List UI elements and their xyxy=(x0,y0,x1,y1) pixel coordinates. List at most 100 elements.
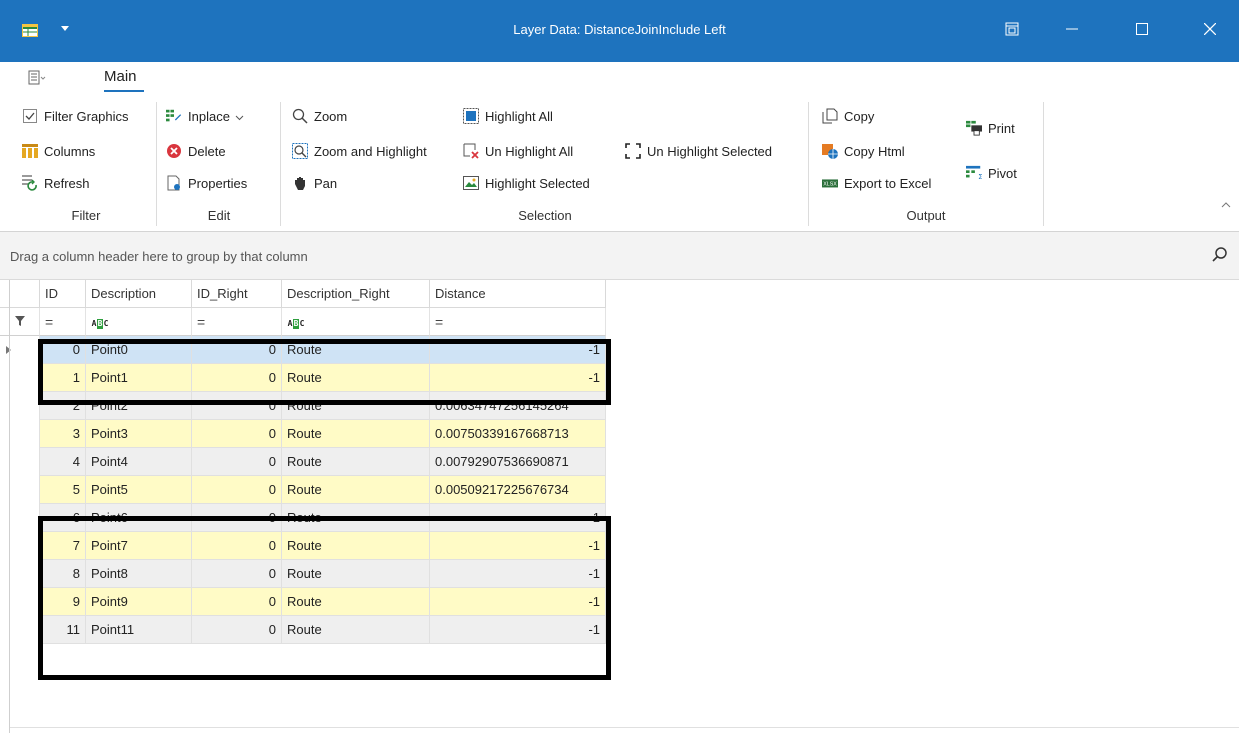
cell-description-right[interactable]: Route xyxy=(282,588,430,616)
copy-html-button[interactable]: Copy Html xyxy=(822,143,905,159)
cell-id[interactable]: 4 xyxy=(40,448,86,476)
filter-graphics-checkbox[interactable]: Filter Graphics xyxy=(22,108,129,124)
cell-id[interactable]: 8 xyxy=(40,560,86,588)
highlight-all-button[interactable]: Highlight All xyxy=(463,108,553,124)
row-indicator[interactable] xyxy=(0,560,40,588)
print-button[interactable]: Print xyxy=(966,120,1015,136)
filter-cell-description[interactable]: ABC xyxy=(86,308,192,336)
cell-description-right[interactable]: Route xyxy=(282,476,430,504)
cell-id[interactable]: 1 xyxy=(40,364,86,392)
cell-distance[interactable]: -1 xyxy=(430,504,606,532)
cell-description-right[interactable]: Route xyxy=(282,420,430,448)
cell-description[interactable]: Point8 xyxy=(86,560,192,588)
cell-description-right[interactable]: Route xyxy=(282,336,430,364)
cell-description[interactable]: Point6 xyxy=(86,504,192,532)
cell-description[interactable]: Point7 xyxy=(86,532,192,560)
column-header-distance[interactable]: Distance xyxy=(430,280,606,308)
zoom-and-highlight-button[interactable]: Zoom and Highlight xyxy=(292,143,427,159)
cell-id[interactable]: 11 xyxy=(40,616,86,644)
cell-id-right[interactable]: 0 xyxy=(192,616,282,644)
layout-icon[interactable] xyxy=(997,14,1027,44)
column-header-id-right[interactable]: ID_Right xyxy=(192,280,282,308)
filter-cell-description-right[interactable]: ABC xyxy=(282,308,430,336)
row-indicator[interactable] xyxy=(0,532,40,560)
cell-description-right[interactable]: Route xyxy=(282,616,430,644)
filter-cell-id-right[interactable]: = xyxy=(192,308,282,336)
row-indicator[interactable] xyxy=(0,364,40,392)
cell-id[interactable]: 5 xyxy=(40,476,86,504)
maximize-icon[interactable] xyxy=(1127,14,1157,44)
cell-distance[interactable]: -1 xyxy=(430,588,606,616)
cell-distance[interactable]: 0.00509217225676734 xyxy=(430,476,606,504)
cell-description[interactable]: Point9 xyxy=(86,588,192,616)
cell-distance[interactable]: -1 xyxy=(430,616,606,644)
cell-id-right[interactable]: 0 xyxy=(192,392,282,420)
un-highlight-selected-button[interactable]: Un Highlight Selected xyxy=(625,143,772,159)
cell-id-right[interactable]: 0 xyxy=(192,532,282,560)
cell-distance[interactable]: -1 xyxy=(430,532,606,560)
filter-cell-id[interactable]: = xyxy=(40,308,86,336)
search-icon[interactable] xyxy=(1211,246,1229,264)
row-indicator[interactable] xyxy=(0,588,40,616)
cell-description[interactable]: Point2 xyxy=(86,392,192,420)
properties-button[interactable]: Properties xyxy=(166,175,247,191)
refresh-button[interactable]: Refresh xyxy=(22,175,90,191)
filter-cell-distance[interactable]: = xyxy=(430,308,606,336)
cell-id[interactable]: 3 xyxy=(40,420,86,448)
cell-description-right[interactable]: Route xyxy=(282,560,430,588)
copy-button[interactable]: Copy xyxy=(822,108,874,124)
cell-id[interactable]: 6 xyxy=(40,504,86,532)
cell-id-right[interactable]: 0 xyxy=(192,364,282,392)
cell-id-right[interactable]: 0 xyxy=(192,504,282,532)
row-indicator[interactable] xyxy=(0,476,40,504)
pan-button[interactable]: Pan xyxy=(292,175,337,191)
cell-description-right[interactable]: Route xyxy=(282,448,430,476)
cell-id[interactable]: 0 xyxy=(40,336,86,364)
row-indicator[interactable] xyxy=(0,392,40,420)
export-to-excel-button[interactable]: XLSX Export to Excel xyxy=(822,175,931,191)
cell-id-right[interactable]: 0 xyxy=(192,420,282,448)
cell-description[interactable]: Point11 xyxy=(86,616,192,644)
un-highlight-all-button[interactable]: Un Highlight All xyxy=(463,143,573,159)
filter-funnel-icon[interactable] xyxy=(14,314,25,329)
cell-id-right[interactable]: 0 xyxy=(192,448,282,476)
cell-id[interactable]: 2 xyxy=(40,392,86,420)
cell-description-right[interactable]: Route xyxy=(282,364,430,392)
highlight-selected-button[interactable]: Highlight Selected xyxy=(463,175,590,191)
row-indicator[interactable] xyxy=(0,504,40,532)
collapse-ribbon-icon[interactable] xyxy=(1221,198,1231,208)
cell-description[interactable]: Point0 xyxy=(86,336,192,364)
delete-button[interactable]: Delete xyxy=(166,143,226,159)
zoom-button[interactable]: Zoom xyxy=(292,108,347,124)
columns-button[interactable]: Columns xyxy=(22,143,95,159)
row-indicator[interactable] xyxy=(0,448,40,476)
cell-distance[interactable]: -1 xyxy=(430,336,606,364)
pivot-button[interactable]: Σ Pivot xyxy=(966,165,1017,181)
close-icon[interactable] xyxy=(1195,14,1225,44)
cell-description-right[interactable]: Route xyxy=(282,504,430,532)
tab-main[interactable]: Main xyxy=(104,68,137,85)
cell-description[interactable]: Point1 xyxy=(86,364,192,392)
cell-id-right[interactable]: 0 xyxy=(192,560,282,588)
row-indicator[interactable] xyxy=(0,336,40,364)
row-indicator[interactable] xyxy=(0,420,40,448)
column-header-id[interactable]: ID xyxy=(40,280,86,308)
minimize-icon[interactable] xyxy=(1057,14,1087,44)
cell-description[interactable]: Point3 xyxy=(86,420,192,448)
cell-id-right[interactable]: 0 xyxy=(192,588,282,616)
cell-description-right[interactable]: Route xyxy=(282,392,430,420)
cell-description-right[interactable]: Route xyxy=(282,532,430,560)
column-header-description[interactable]: Description xyxy=(86,280,192,308)
cell-description[interactable]: Point4 xyxy=(86,448,192,476)
cell-id[interactable]: 7 xyxy=(40,532,86,560)
column-header-description-right[interactable]: Description_Right xyxy=(282,280,430,308)
cell-distance[interactable]: -1 xyxy=(430,560,606,588)
inplace-dropdown[interactable]: Inplace xyxy=(166,108,244,124)
cell-distance[interactable]: 0.00634747256145264 xyxy=(430,392,606,420)
row-indicator[interactable] xyxy=(0,616,40,644)
group-by-panel[interactable]: Drag a column header here to group by th… xyxy=(0,232,1239,280)
application-menu-icon[interactable] xyxy=(28,69,48,87)
cell-id-right[interactable]: 0 xyxy=(192,336,282,364)
cell-id-right[interactable]: 0 xyxy=(192,476,282,504)
cell-distance[interactable]: -1 xyxy=(430,364,606,392)
